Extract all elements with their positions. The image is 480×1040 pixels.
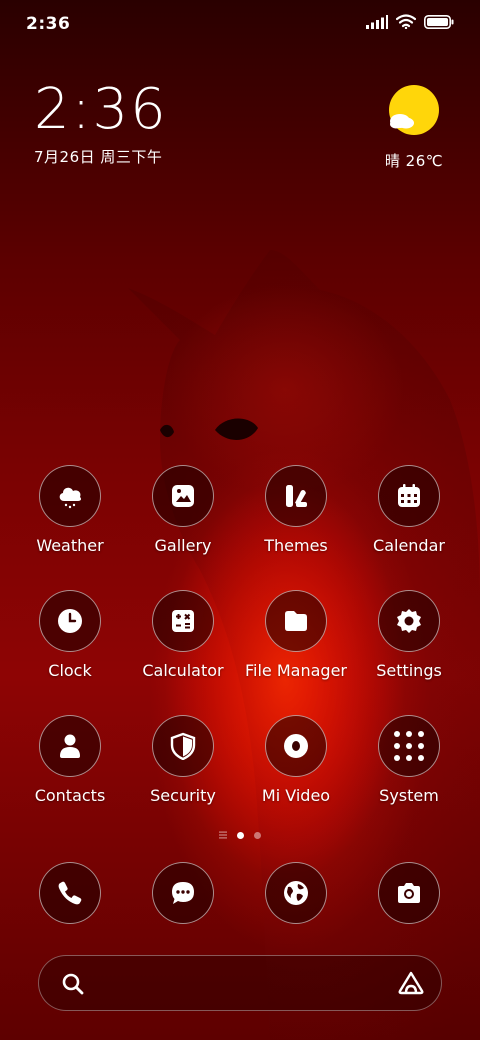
clock-widget-time: 2:36 [34, 77, 168, 142]
page-indicator[interactable] [200, 829, 280, 841]
app-calendar[interactable]: Calendar [353, 465, 465, 555]
app-label: Weather [36, 536, 104, 555]
dock-browser[interactable] [265, 862, 327, 924]
phone-icon [39, 862, 101, 924]
clock-icon [39, 590, 101, 652]
message-icon [152, 862, 214, 924]
app-themes[interactable]: Themes [240, 465, 352, 555]
battery-icon [424, 14, 454, 29]
app-contacts[interactable]: Contacts [14, 715, 126, 805]
app-security[interactable]: Security [127, 715, 239, 805]
weather-text: 晴 26℃ [384, 152, 444, 170]
calculator-icon [152, 590, 214, 652]
contacts-icon [39, 715, 101, 777]
calendar-icon [378, 465, 440, 527]
gallery-icon [152, 465, 214, 527]
app-label: File Manager [245, 661, 347, 680]
app-label: Settings [376, 661, 442, 680]
app-file-manager[interactable]: File Manager [240, 590, 352, 680]
folder-icon [265, 590, 327, 652]
app-label: Clock [48, 661, 92, 680]
sunny-cloud-icon [389, 85, 439, 135]
app-label: Themes [264, 536, 328, 555]
page-menu-icon [219, 831, 227, 839]
folder-grid-icon [378, 715, 440, 777]
clock-widget-date: 7月26日 周三下午 [34, 148, 163, 166]
app-mi-video[interactable]: Mi Video [240, 715, 352, 805]
signal-icon [366, 14, 388, 29]
app-label: Calculator [142, 661, 224, 680]
search-icon[interactable] [61, 972, 85, 996]
video-icon [265, 715, 327, 777]
status-bar: 2:36 [0, 0, 480, 50]
browser-icon [265, 862, 327, 924]
app-clock[interactable]: Clock [14, 590, 126, 680]
app-label: Security [150, 786, 216, 805]
status-icons [366, 14, 454, 29]
page-dot-active [237, 831, 244, 839]
app-label: System [379, 786, 439, 805]
assistant-icon[interactable] [397, 970, 425, 996]
page-dot [254, 831, 261, 839]
app-label: Mi Video [261, 786, 331, 805]
app-gallery[interactable]: Gallery [127, 465, 239, 555]
app-label: Calendar [373, 536, 445, 555]
clock-widget[interactable]: 2:36 7月26日 周三下午 [34, 80, 168, 167]
themes-icon [265, 465, 327, 527]
app-system-folder[interactable]: System [353, 715, 465, 805]
app-weather[interactable]: Weather [14, 465, 126, 555]
wifi-icon [396, 14, 416, 29]
gear-icon [378, 590, 440, 652]
weather-icon [39, 465, 101, 527]
dock-messages[interactable] [152, 862, 214, 924]
weather-widget[interactable]: 晴 26℃ [384, 84, 444, 171]
shield-icon [152, 715, 214, 777]
camera-icon [378, 862, 440, 924]
status-time: 2:36 [26, 14, 71, 34]
app-calculator[interactable]: Calculator [127, 590, 239, 680]
search-bar[interactable] [38, 955, 442, 1011]
app-label: Gallery [154, 536, 212, 555]
app-settings[interactable]: Settings [353, 590, 465, 680]
dock-camera[interactable] [378, 862, 440, 924]
app-label: Contacts [34, 786, 106, 805]
dock-phone[interactable] [39, 862, 101, 924]
